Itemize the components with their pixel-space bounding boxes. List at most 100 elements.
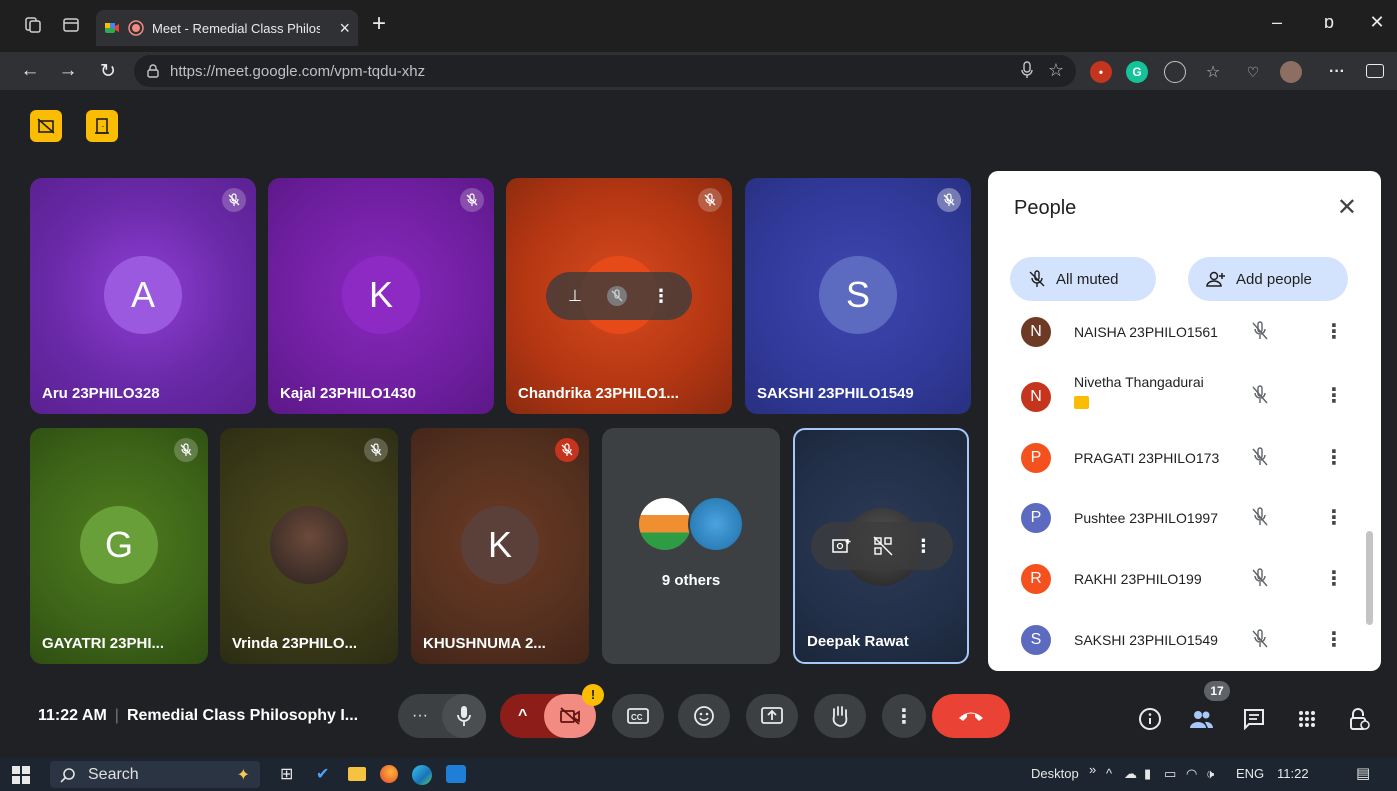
participant-tile[interactable]: S SAKSHI 23PHILO1549 bbox=[745, 178, 971, 414]
host-controls-icon[interactable] bbox=[1346, 706, 1372, 732]
more-options-icon[interactable]: ⋮ bbox=[882, 694, 926, 738]
tray-expand-icon[interactable]: ^ bbox=[1106, 766, 1112, 781]
taskbar-clock[interactable]: 11:22 bbox=[1277, 766, 1309, 781]
browser-tab-bar: Meet - Remedial Class Philos × + – ɒ ✕ bbox=[0, 0, 1397, 52]
person-row[interactable]: S SAKSHI 23PHILO1549 ⋮ bbox=[988, 613, 1381, 669]
room-exit-indicator-icon[interactable] bbox=[86, 110, 118, 142]
remove-icon[interactable] bbox=[873, 536, 893, 556]
participant-tile[interactable]: A Aru 23PHILO328 bbox=[30, 178, 256, 414]
person-more-icon[interactable]: ⋮ bbox=[1324, 383, 1344, 408]
people-icon[interactable] bbox=[1188, 706, 1214, 732]
wifi-icon[interactable]: ◠ bbox=[1186, 766, 1197, 782]
person-row[interactable]: P Pushtee 23PHILO1997 ⋮ bbox=[988, 491, 1381, 547]
back-icon[interactable]: ← bbox=[18, 60, 42, 82]
file-explorer-icon[interactable] bbox=[348, 767, 366, 781]
volume-icon[interactable]: 🕩 bbox=[1206, 766, 1214, 782]
notifications-icon[interactable]: ▤ bbox=[1356, 764, 1370, 782]
participant-tile[interactable]: G GAYATRI 23PHI... bbox=[30, 428, 208, 664]
avatar: N bbox=[1021, 382, 1051, 412]
person-more-icon[interactable]: ⋮ bbox=[1324, 505, 1344, 530]
avatar: K bbox=[342, 256, 420, 334]
favorite-star-icon[interactable]: ☆ bbox=[1048, 60, 1064, 81]
raise-hand-button[interactable] bbox=[814, 694, 866, 738]
forward-icon[interactable]: → bbox=[56, 60, 80, 82]
video-options-icon[interactable]: ^ bbox=[518, 707, 527, 725]
search-label: Search bbox=[88, 765, 139, 783]
person-more-icon[interactable]: ⋮ bbox=[1324, 627, 1344, 652]
microphone-button[interactable] bbox=[442, 694, 486, 738]
url-path: /vpm-tqdu-xhz bbox=[330, 62, 426, 80]
mic-permission-icon[interactable] bbox=[1020, 61, 1034, 79]
audio-options-icon[interactable]: ··· bbox=[412, 707, 428, 725]
chat-icon[interactable] bbox=[1241, 706, 1267, 732]
new-tab-icon[interactable]: + bbox=[364, 10, 394, 38]
edge-icon[interactable] bbox=[412, 765, 432, 785]
minimize-icon[interactable]: – bbox=[1262, 12, 1292, 33]
all-muted-button[interactable]: All muted bbox=[1010, 257, 1156, 301]
muted-icon bbox=[364, 438, 388, 462]
participant-tile-self[interactable]: ⋮ Deepak Rawat bbox=[793, 428, 969, 664]
person-row[interactable]: R RAKHI 23PHILO199 ⋮ bbox=[988, 552, 1381, 608]
reload-icon[interactable]: ↻ bbox=[96, 60, 120, 83]
tab-close-icon[interactable]: × bbox=[339, 18, 350, 39]
present-button[interactable] bbox=[746, 694, 798, 738]
others-tile[interactable]: 9 others bbox=[602, 428, 780, 664]
onedrive-icon[interactable]: ☁ bbox=[1124, 766, 1137, 782]
person-row[interactable]: N Nivetha Thangadurai ⋮ bbox=[988, 364, 1381, 426]
participant-name: GAYATRI 23PHI... bbox=[42, 635, 164, 652]
taskbar-search[interactable]: Search ✦ bbox=[50, 761, 260, 788]
person-more-icon[interactable]: ⋮ bbox=[1324, 445, 1344, 470]
tile-more-icon[interactable]: ⋮ bbox=[914, 536, 932, 557]
participant-tile[interactable]: Vrinda 23PHILO... bbox=[220, 428, 398, 664]
toolbar-expand-icon[interactable]: » bbox=[1089, 762, 1096, 777]
pin-icon[interactable]: ⊥ bbox=[568, 286, 582, 306]
outlook-icon[interactable] bbox=[446, 765, 466, 783]
meeting-details-icon[interactable] bbox=[1137, 706, 1163, 732]
language-indicator[interactable]: ENG bbox=[1236, 766, 1264, 781]
end-call-button[interactable] bbox=[932, 694, 1010, 738]
person-more-icon[interactable]: ⋮ bbox=[1324, 319, 1344, 344]
window-close-icon[interactable]: ✕ bbox=[1362, 12, 1392, 33]
add-people-button[interactable]: Add people bbox=[1188, 257, 1348, 301]
activities-icon[interactable] bbox=[1294, 706, 1320, 732]
restore-icon[interactable]: ɒ bbox=[1314, 12, 1344, 33]
task-view-icon[interactable]: ⊞ bbox=[280, 764, 293, 784]
workspaces-icon[interactable] bbox=[22, 14, 44, 36]
extensions-icon[interactable] bbox=[1164, 61, 1186, 83]
reactions-button[interactable] bbox=[678, 694, 730, 738]
person-row[interactable]: N NAISHA 23PHILO1561 ⋮ bbox=[988, 317, 1381, 361]
tab-actions-icon[interactable] bbox=[60, 14, 82, 36]
battery-icon[interactable]: ▭ bbox=[1164, 766, 1176, 782]
participant-tile[interactable]: K KHUSHNUMA 2... bbox=[411, 428, 589, 664]
favorites-icon[interactable]: ☆ bbox=[1202, 61, 1224, 83]
captions-button[interactable]: CC bbox=[612, 694, 664, 738]
people-scrollbar[interactable] bbox=[1366, 531, 1373, 625]
browser-essentials-icon[interactable]: ♡ bbox=[1242, 61, 1264, 83]
tab-meet[interactable]: Meet - Remedial Class Philos × bbox=[96, 10, 358, 46]
person-row[interactable]: P PRAGATI 23PHILO173 ⋮ bbox=[988, 431, 1381, 487]
desktop-label[interactable]: Desktop bbox=[1031, 766, 1079, 781]
person-more-icon[interactable]: ⋮ bbox=[1324, 566, 1344, 591]
extension-badge-icon[interactable]: • bbox=[1090, 61, 1112, 83]
address-bar: ← → ↻ https://meet.google.com/vpm-tqdu-x… bbox=[0, 52, 1397, 90]
participant-tile[interactable]: K Kajal 23PHILO1430 bbox=[268, 178, 494, 414]
mute-participant-icon[interactable] bbox=[606, 285, 628, 307]
tile-more-icon[interactable]: ⋮ bbox=[652, 286, 670, 307]
frame-icon[interactable] bbox=[831, 537, 852, 555]
recording-icon bbox=[128, 20, 144, 36]
more-menu-icon[interactable]: ··· bbox=[1326, 61, 1348, 83]
windows-start-icon[interactable] bbox=[12, 766, 30, 784]
grammarly-icon[interactable]: G bbox=[1126, 61, 1148, 83]
participant-tile[interactable]: ⊥ ⋮ Chandrika 23PHILO1... bbox=[506, 178, 732, 414]
profile-avatar[interactable] bbox=[1280, 61, 1302, 83]
video-controls: ^ bbox=[500, 694, 596, 738]
no-video-indicator-icon[interactable] bbox=[30, 110, 62, 142]
todo-app-icon[interactable]: ✔ bbox=[316, 764, 329, 784]
sidebar-toggle-icon[interactable] bbox=[1366, 64, 1384, 78]
person-name: NAISHA 23PHILO1561 bbox=[1074, 324, 1218, 340]
site-info-icon[interactable] bbox=[146, 64, 160, 78]
close-panel-icon[interactable]: ✕ bbox=[1337, 193, 1357, 222]
url-field[interactable]: https://meet.google.com/vpm-tqdu-xhz ☆ bbox=[134, 55, 1076, 87]
mic-tray-icon[interactable]: ▮ bbox=[1144, 766, 1151, 782]
firefox-icon[interactable] bbox=[380, 765, 398, 783]
